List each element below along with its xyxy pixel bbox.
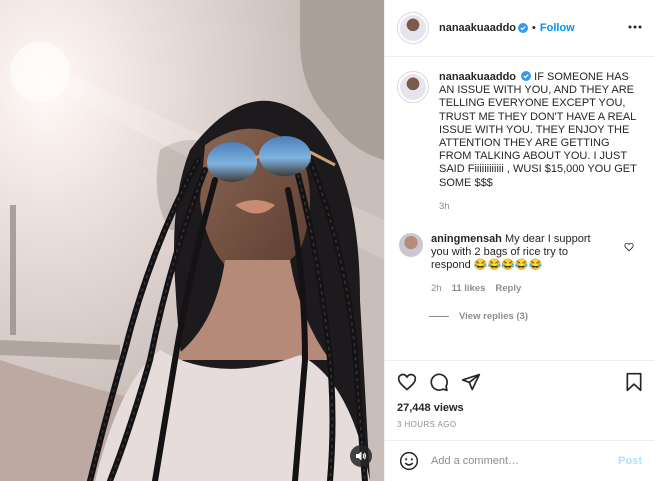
- comment-body: aningmensah My dear I support you with 2…: [431, 233, 606, 295]
- view-replies-line: [429, 315, 449, 317]
- post-time-ago[interactable]: 3 HOURS AGO: [397, 420, 644, 429]
- post-video[interactable]: [0, 0, 384, 481]
- post-actions: 27,448 views 3 HOURS AGO: [385, 360, 655, 440]
- heart-icon[interactable]: [397, 372, 417, 392]
- add-comment-input[interactable]: [431, 455, 601, 467]
- follow-button[interactable]: Follow: [540, 22, 575, 34]
- comment: aningmensah My dear I support you with 2…: [397, 233, 644, 295]
- reply-button[interactable]: Reply: [495, 282, 521, 295]
- caption-text: IF SOMEONE HAS AN ISSUE WITH YOU, AND TH…: [439, 71, 637, 189]
- comments-section[interactable]: nanaakuaaddo IF SOMEONE HAS AN ISSUE WIT…: [385, 57, 655, 360]
- comment-likes[interactable]: 11 likes: [452, 282, 486, 295]
- view-replies-button[interactable]: View replies (3): [429, 311, 644, 322]
- caption-avatar[interactable]: [397, 71, 429, 103]
- commenter-username[interactable]: aningmensah: [431, 233, 502, 245]
- verified-badge-icon: [518, 23, 529, 33]
- verified-badge-icon: [521, 71, 532, 81]
- instagram-post: nanaakuaaddo • Follow nanaakuaaddo IF SO…: [0, 0, 655, 481]
- action-icons: [397, 371, 644, 393]
- add-comment-bar: Post: [385, 440, 655, 481]
- comment-timestamp[interactable]: 2h: [431, 282, 442, 295]
- post-header: nanaakuaaddo • Follow: [385, 0, 655, 57]
- emoji-icon[interactable]: [399, 451, 419, 471]
- caption-timestamp[interactable]: 3h: [439, 200, 639, 213]
- caption-username[interactable]: nanaakuaaddo: [439, 71, 516, 83]
- caption: nanaakuaaddo IF SOMEONE HAS AN ISSUE WIT…: [397, 71, 644, 213]
- view-replies-label: View replies (3): [459, 310, 528, 322]
- post-details-panel: nanaakuaaddo • Follow nanaakuaaddo IF SO…: [384, 0, 655, 481]
- post-comment-button[interactable]: Post: [618, 455, 642, 467]
- caption-body: nanaakuaaddo IF SOMEONE HAS AN ISSUE WIT…: [439, 71, 639, 213]
- save-bookmark-icon[interactable]: [624, 372, 644, 392]
- author-username[interactable]: nanaakuaaddo: [439, 22, 516, 34]
- header-separator: •: [532, 22, 536, 34]
- more-options-icon[interactable]: [627, 19, 643, 35]
- commenter-avatar[interactable]: [399, 233, 423, 258]
- view-count[interactable]: 27,448 views: [397, 402, 644, 414]
- comment-meta: 2h 11 likes Reply: [431, 282, 606, 295]
- author-avatar[interactable]: [397, 12, 429, 44]
- sound-toggle-button[interactable]: [350, 445, 372, 467]
- comment-icon[interactable]: [429, 372, 449, 392]
- video-frame: [0, 0, 384, 481]
- comment-like-heart-icon[interactable]: [624, 242, 634, 252]
- sound-icon: [356, 451, 366, 461]
- share-icon[interactable]: [461, 372, 481, 392]
